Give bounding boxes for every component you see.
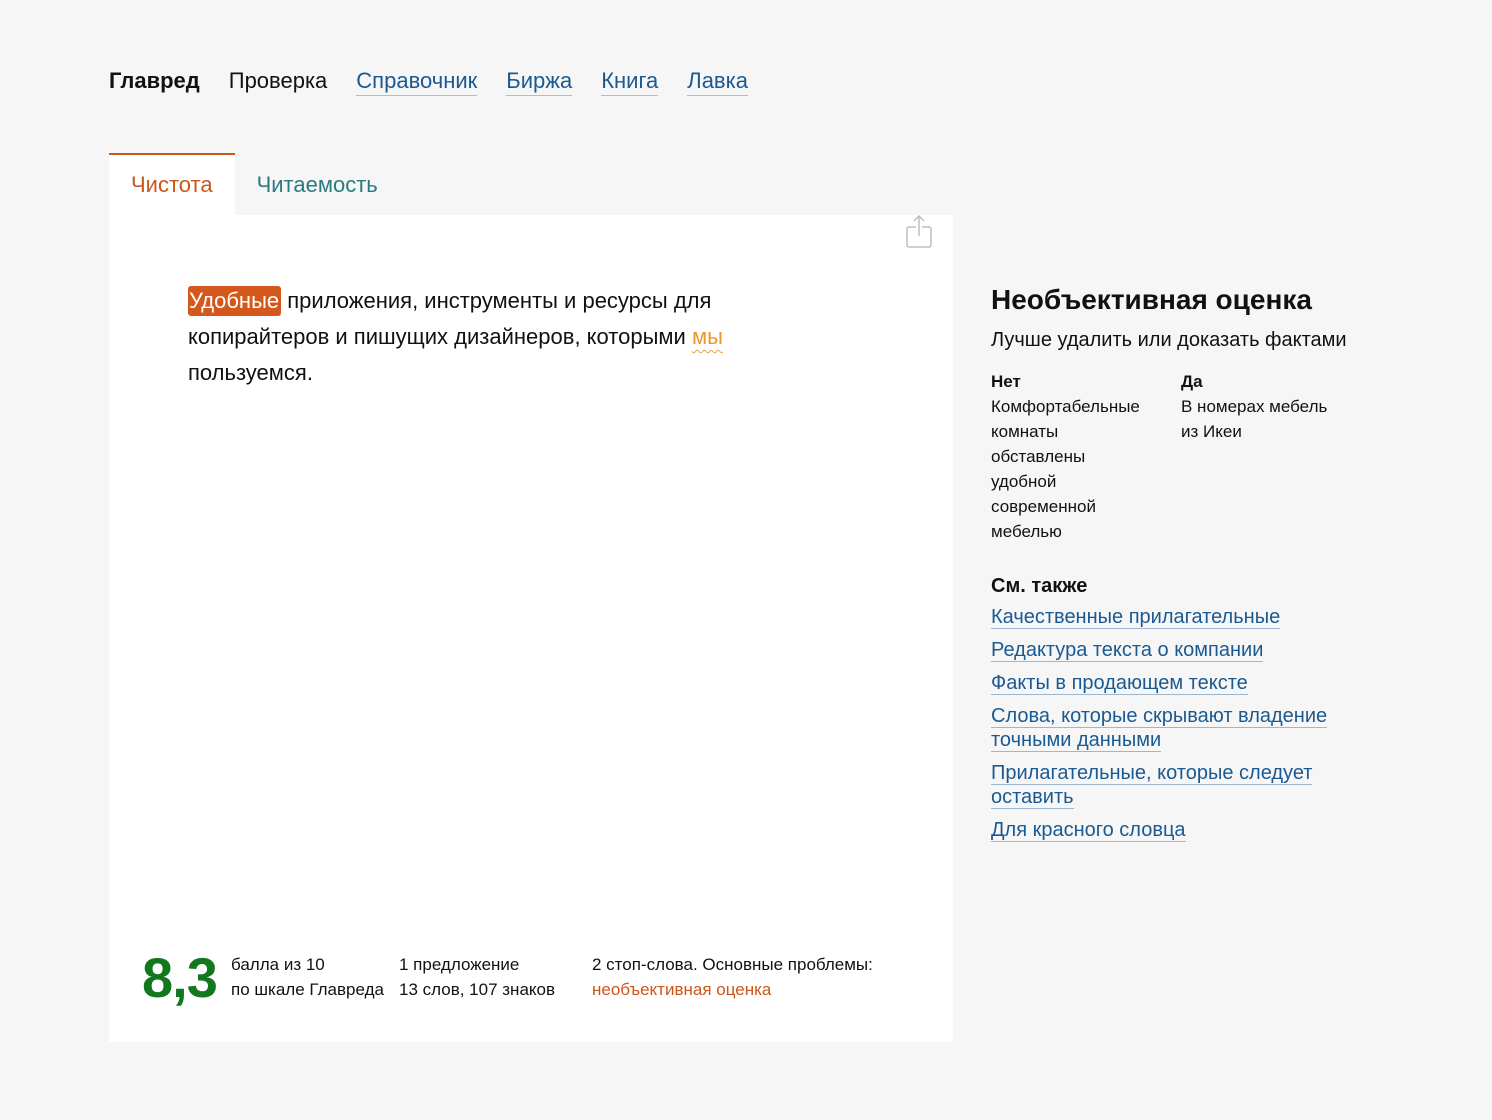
nav-link-exchange[interactable]: Биржа xyxy=(506,68,573,96)
see-also-link[interactable]: Слова, которые скрывают владение точными… xyxy=(991,705,1328,752)
see-also-link[interactable]: Факты в продающем тексте xyxy=(991,672,1248,695)
see-also-link[interactable]: Прилагательные, которые следует оставить xyxy=(991,762,1313,809)
example-good: Да В номерах мебель из Икеи xyxy=(1181,369,1351,544)
sentence-count: 1 предложение xyxy=(399,955,520,974)
nav-link-shop[interactable]: Лавка xyxy=(687,68,748,96)
share-icon-graphic xyxy=(906,214,932,248)
list-item: Редактура текста о компании xyxy=(991,638,1351,662)
check-tabs: Чистота Читаемость xyxy=(109,153,400,215)
rule-examples: Нет Комфортабельные комнаты обставлены у… xyxy=(991,369,1371,544)
rule-title: Необъективная оценка xyxy=(991,284,1312,315)
nav-item-current: Проверка xyxy=(228,68,328,93)
problems-text: 2 стоп-слова. Основные проблемы: xyxy=(592,955,873,974)
example-good-label: Да xyxy=(1181,372,1203,391)
list-item: Для красного словца xyxy=(991,818,1351,842)
see-also-link[interactable]: Редактура текста о компании xyxy=(991,639,1264,662)
nav-link-book[interactable]: Книга xyxy=(601,68,659,96)
tab-readability[interactable]: Читаемость xyxy=(235,153,400,215)
score-caption-line: балла из 10 xyxy=(231,955,325,974)
problems-summary: 2 стоп-слова. Основные проблемы: необъек… xyxy=(592,952,873,1002)
nav-link-reference[interactable]: Справочник xyxy=(356,68,478,96)
example-bad-text: Комфортабельные комнаты обставлены удобн… xyxy=(991,397,1140,541)
see-also-heading: См. также xyxy=(991,575,1088,597)
word-char-count: 13 слов, 107 знаков xyxy=(399,980,556,999)
list-item: Факты в продающем тексте xyxy=(991,671,1351,695)
rule-sidebar: Необъективная оценка Лучше удалить или д… xyxy=(991,282,1371,851)
see-also-link[interactable]: Качественные прилагательные xyxy=(991,606,1281,629)
problem-link[interactable]: необъективная оценка xyxy=(592,977,873,1002)
share-icon[interactable] xyxy=(904,214,934,249)
list-item: Слова, которые скрывают владение точными… xyxy=(991,704,1351,752)
see-also-list: Качественные прилагательные Редактура те… xyxy=(991,605,1371,842)
list-item: Прилагательные, которые следует оставить xyxy=(991,761,1351,809)
text-counts: 1 предложение 13 слов, 107 знаков xyxy=(399,952,555,1002)
top-navigation: Главред Проверка Справочник Биржа Книга … xyxy=(109,68,748,96)
text-input-area[interactable]: Удобные приложения, инструменты и ресурс… xyxy=(188,283,768,391)
text-segment: пользуемся. xyxy=(188,360,313,385)
rule-subtitle: Лучше удалить или доказать фактами xyxy=(991,329,1347,351)
tab-purity[interactable]: Чистота xyxy=(109,153,235,215)
score-value: 8,3 xyxy=(142,946,218,1009)
score-caption: балла из 10 по шкале Главреда xyxy=(231,952,384,1002)
example-good-text: В номерах мебель из Икеи xyxy=(1181,397,1328,441)
see-also-link[interactable]: Для красного словца xyxy=(991,819,1186,842)
score-caption-line: по шкале Главреда xyxy=(231,980,384,999)
editor-panel: Удобные приложения, инструменты и ресурс… xyxy=(109,214,953,1042)
brand-logo[interactable]: Главред xyxy=(109,68,200,94)
list-item: Качественные прилагательные xyxy=(991,605,1351,629)
example-bad: Нет Комфортабельные комнаты обставлены у… xyxy=(991,369,1181,544)
stop-word-highlight[interactable]: Удобные xyxy=(188,286,282,316)
example-bad-label: Нет xyxy=(991,372,1021,391)
weak-stop-word-highlight[interactable]: мы xyxy=(692,324,723,349)
